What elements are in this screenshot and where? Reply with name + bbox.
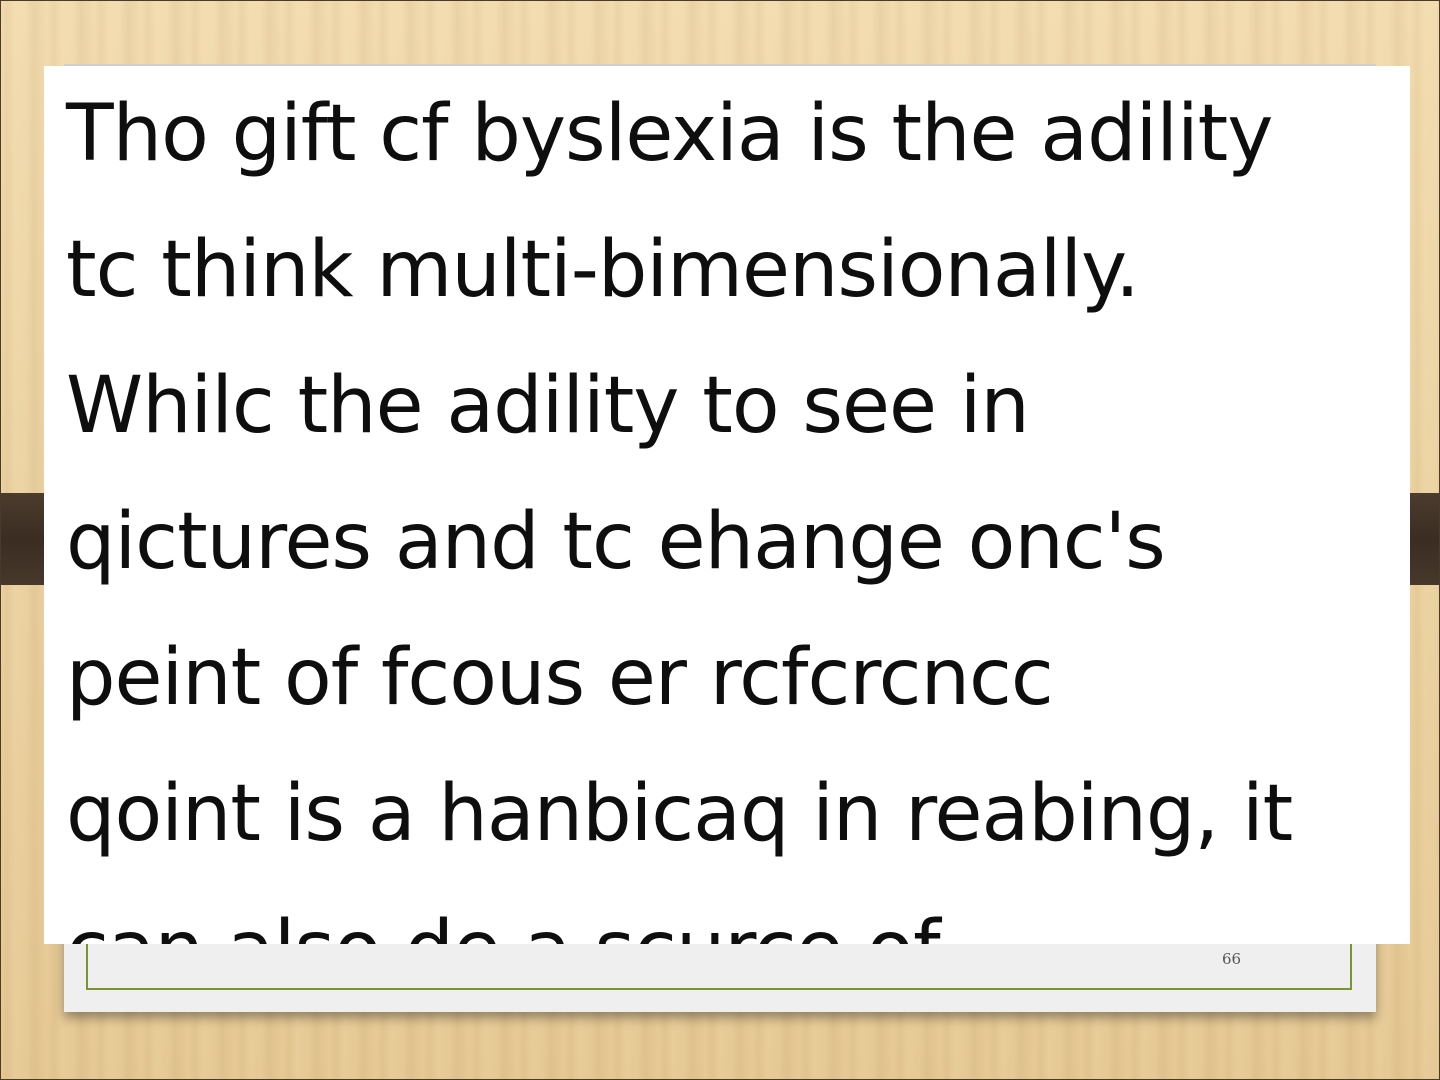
page-number: 66 bbox=[1222, 950, 1242, 968]
passage-line: Tho gift cf byslexia is the adility bbox=[66, 89, 1273, 179]
text-image-panel: Tho gift cf byslexia is the adility tc t… bbox=[44, 66, 1410, 944]
passage-line: tc think multi-bimensionally. bbox=[66, 225, 1140, 315]
passage-line: Whilc the adility to see in bbox=[66, 361, 1030, 451]
dyslexia-passage: Tho gift cf byslexia is the adility tc t… bbox=[66, 66, 1406, 944]
passage-line: qictures and tc ehange onc's bbox=[66, 497, 1166, 587]
passage-line: peint of fcous er rcfcrcncc bbox=[66, 633, 1054, 723]
passage-line: qoint is a hanbicaq in reabing, it bbox=[66, 769, 1293, 859]
passage-line: can also de a scurce of bbox=[66, 882, 1406, 944]
